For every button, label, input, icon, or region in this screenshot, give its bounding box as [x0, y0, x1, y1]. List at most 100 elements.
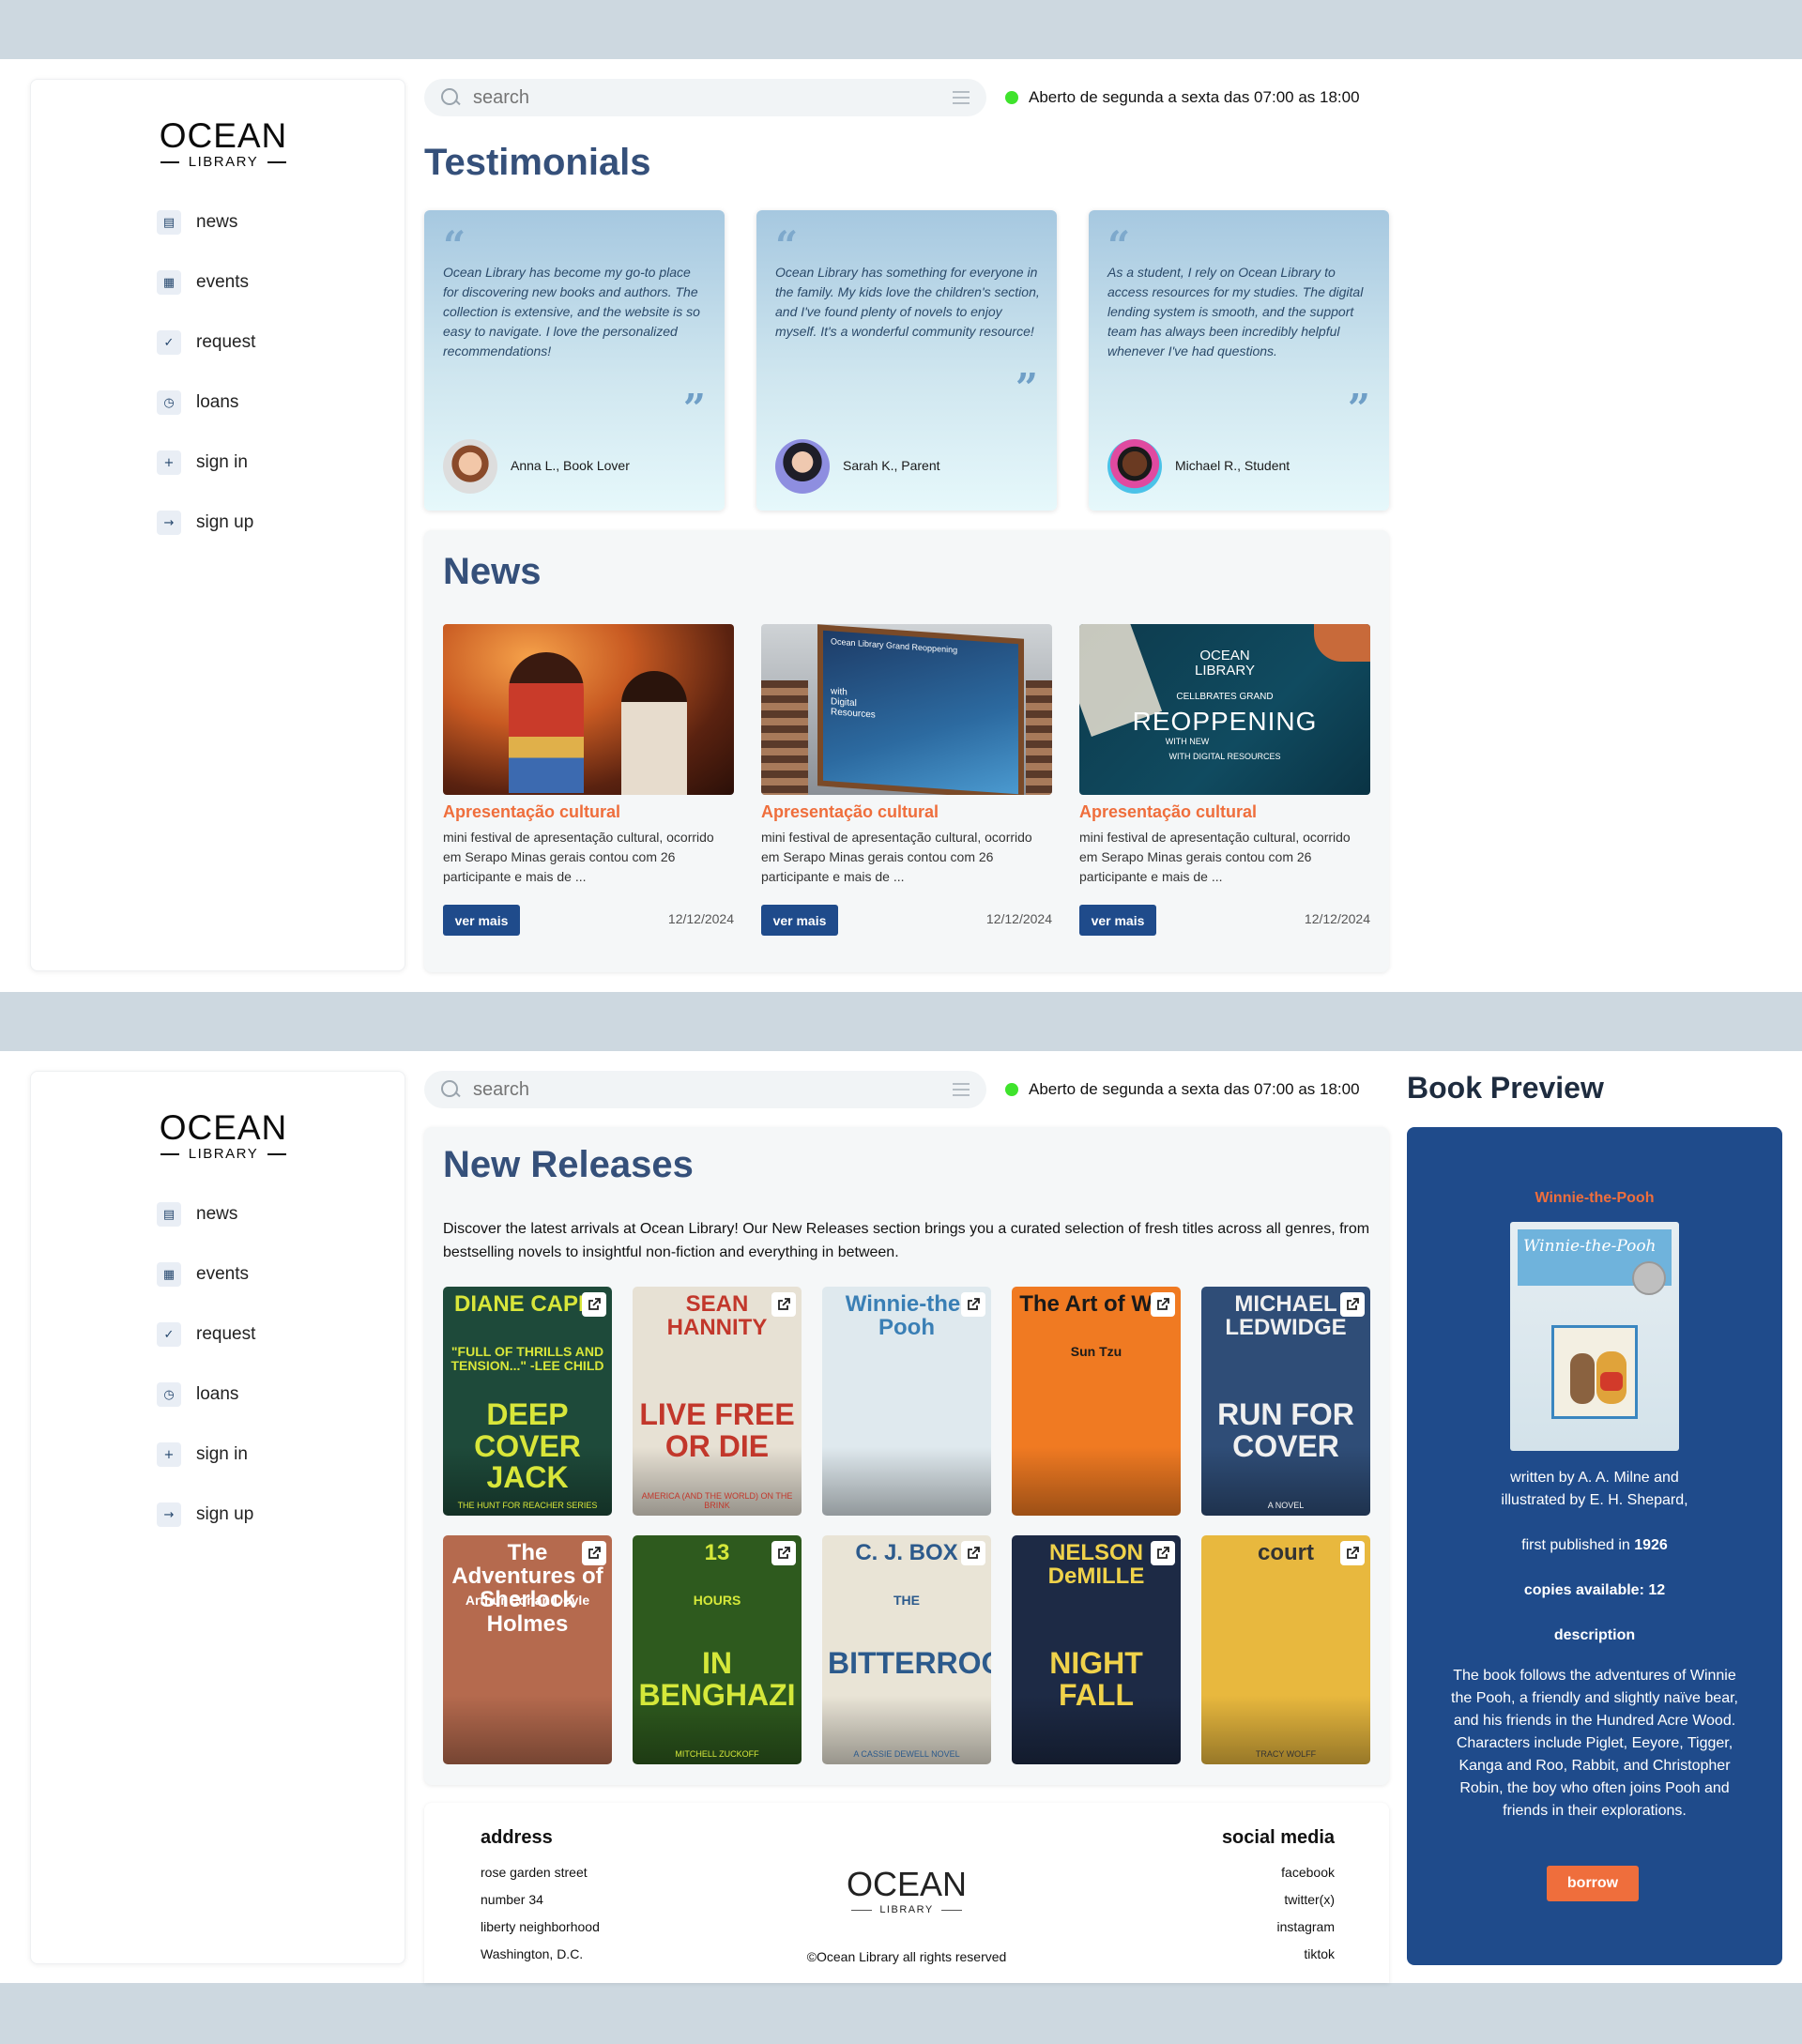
facebook-link[interactable]: facebook — [1281, 1865, 1335, 1880]
sidebar-item-sign-up[interactable]: → sign up — [157, 511, 255, 535]
sidebar: OCEAN LIBRARY ▤ news ▦ events ✓ request ◷ lo… — [30, 79, 405, 971]
book-cover-title: BITTERROOTS — [828, 1648, 991, 1680]
search-icon[interactable] — [439, 1078, 462, 1101]
news-card-title: Apresentação cultural — [761, 802, 939, 821]
search-input[interactable] — [473, 86, 924, 109]
search-bar[interactable] — [424, 79, 986, 116]
news-image[interactable]: Ocean Library Grand Reoppening with Digi… — [761, 624, 1052, 795]
ver-mais-button[interactable]: ver mais — [761, 905, 838, 936]
book-cover[interactable]: MICHAEL LEDWIDGE RUN FOR COVER A NOVEL — [1201, 1287, 1370, 1516]
calendar-icon: ▦ — [157, 270, 181, 295]
news-image-caption: LIBRARY — [1195, 663, 1255, 679]
sidebar-item-request[interactable]: ✓ request — [157, 330, 255, 355]
book-cover[interactable]: C. J. BOXTHEBITTERROOTSA CASSIE DEWELL N… — [822, 1535, 991, 1764]
sidebar-item-sign-in[interactable]: + sign in — [157, 1442, 255, 1467]
avatar — [1107, 439, 1162, 494]
book-cover[interactable]: DIANE CAPRI "FULL OF THRILLS AND TENSION.… — [443, 1287, 612, 1516]
external-link-icon[interactable] — [1340, 1292, 1365, 1317]
sidebar-item-sign-up[interactable]: → sign up — [157, 1502, 255, 1527]
news-title: News — [443, 551, 542, 592]
ver-mais-button[interactable]: ver mais — [443, 905, 520, 936]
search-input[interactable] — [473, 1078, 924, 1101]
search-icon[interactable] — [439, 86, 462, 109]
book-cover[interactable]: The Art of War Sun Tzu — [1012, 1287, 1181, 1516]
testimonial-card: “ Ocean Library has something for everyo… — [756, 210, 1057, 511]
status-dot — [1005, 1083, 1018, 1096]
status-text: Aberto de segunda a sexta das 07:00 as 1… — [1029, 88, 1360, 106]
sidebar-item-events[interactable]: ▦ events — [157, 270, 255, 295]
filter-list-icon[interactable] — [947, 1083, 970, 1096]
sidebar-item-news[interactable]: ▤ news — [157, 1202, 255, 1227]
book-cover[interactable]: The Adventures of Sherlock Holmes Arthur … — [443, 1535, 612, 1764]
opening-hours-status: Aberto de segunda a sexta das 07:00 as 1… — [1005, 79, 1360, 116]
book-cover[interactable]: court TRACY WOLFF — [1201, 1535, 1370, 1764]
external-link-icon[interactable] — [1151, 1541, 1175, 1565]
book-cover[interactable]: 13 HOURS IN BENGHAZI MITCHELL ZUCKOFF — [633, 1535, 802, 1764]
address-line: number 34 — [481, 1892, 543, 1907]
login-arrow-icon: → — [157, 1502, 181, 1527]
sidebar-nav: ▤ news ▦ events ✓ request ◷ loans + sign in →… — [157, 210, 255, 572]
news-date: 12/12/2024 — [1304, 911, 1370, 926]
preview-author: written by A. A. Milne and — [1510, 1470, 1679, 1486]
opening-hours-status: Aberto de segunda a sexta das 07:00 as 1… — [1005, 1071, 1360, 1108]
sidebar-item-events[interactable]: ▦ events — [157, 1262, 255, 1287]
news-image-caption: CELLBRATES GRAND — [1176, 692, 1274, 702]
news-card: Apresentação cultural mini festival de a… — [443, 624, 734, 936]
filter-list-icon[interactable] — [947, 91, 970, 104]
external-link-icon[interactable] — [961, 1292, 985, 1317]
tiktok-link[interactable]: tiktok — [1304, 1946, 1335, 1961]
document-clock-icon: ◷ — [157, 1382, 181, 1407]
book-cover[interactable]: Winnie-the-Pooh — [822, 1287, 991, 1516]
news-image[interactable]: OCEAN LIBRARY CELLBRATES GRAND REOPPENIN… — [1079, 624, 1370, 795]
search-bar[interactable] — [424, 1071, 986, 1108]
sidebar-nav: ▤ news ▦ events ✓ request ◷ loans + sign in →… — [157, 1202, 255, 1564]
book-cover-mid-text: "FULL OF THRILLS AND TENSION..." -LEE CH… — [450, 1345, 604, 1373]
quote-close-icon: ” — [1015, 365, 1038, 411]
footer-logo: OCEAN LIBRARY — [841, 1867, 972, 1917]
sidebar-item-loans[interactable]: ◷ loans — [157, 1382, 255, 1407]
news-date: 12/12/2024 — [985, 911, 1052, 926]
logo[interactable]: OCEAN LIBRARY — [158, 117, 289, 170]
book-cover-mid-text: Arthur Conan Doyle — [465, 1594, 590, 1608]
external-link-icon[interactable] — [961, 1541, 985, 1565]
newspaper-icon: ▤ — [157, 210, 181, 235]
testimonial-text: Ocean Library has something for everyone… — [775, 265, 1040, 339]
testimonial-card: “ Ocean Library has become my go-to plac… — [424, 210, 725, 511]
sidebar-item-label: loans — [196, 392, 239, 412]
borrow-button[interactable]: borrow — [1547, 1866, 1639, 1901]
sidebar-item-label: news — [196, 212, 238, 232]
external-link-icon[interactable] — [1340, 1541, 1365, 1565]
external-link-icon[interactable] — [771, 1292, 796, 1317]
screen-top: OCEAN LIBRARY ▤ news ▦ events ✓ request ◷ lo… — [0, 59, 1802, 992]
avatar — [775, 439, 830, 494]
logo-subtitle: LIBRARY — [158, 1147, 289, 1162]
document-clock-icon: ◷ — [157, 390, 181, 415]
news-image[interactable] — [443, 624, 734, 795]
sidebar-item-request[interactable]: ✓ request — [157, 1322, 255, 1347]
news-image-caption: WITH NEW — [1165, 737, 1210, 746]
footer-logo-subtitle: LIBRARY — [841, 1902, 972, 1917]
sidebar-item-sign-in[interactable]: + sign in — [157, 450, 255, 475]
ver-mais-button[interactable]: ver mais — [1079, 905, 1156, 936]
book-preview-title: Book Preview — [1407, 1071, 1604, 1105]
user-plus-icon: + — [157, 450, 181, 475]
quote-open-icon: “ — [443, 222, 466, 268]
preview-illustrator: illustrated by E. H. Shepard, — [1501, 1492, 1688, 1508]
sidebar-item-news[interactable]: ▤ news — [157, 210, 255, 235]
book-cover-title: NIGHT FALL — [1049, 1648, 1143, 1712]
external-link-icon[interactable] — [582, 1292, 606, 1317]
copyright-text: ©Ocean Library all rights reserved — [806, 1949, 1007, 1964]
book-cover[interactable]: SEAN HANNITY LIVE FREE OR DIE AMERICA (AND… — [633, 1287, 802, 1516]
preview-cover-title: Winnie-the-Pooh — [1523, 1237, 1657, 1256]
news-image-caption: REOPPENING — [1132, 707, 1318, 736]
instagram-link[interactable]: instagram — [1277, 1919, 1335, 1934]
newspaper-icon: ▤ — [157, 1202, 181, 1227]
testimonial-author: Michael R., Student — [1175, 458, 1290, 473]
external-link-icon[interactable] — [1151, 1292, 1175, 1317]
twitter-link[interactable]: twitter(x) — [1284, 1892, 1335, 1907]
external-link-icon[interactable] — [582, 1541, 606, 1565]
book-cover[interactable]: NELSON DeMILLE NIGHT FALL — [1012, 1535, 1181, 1764]
external-link-icon[interactable] — [771, 1541, 796, 1565]
sidebar-item-loans[interactable]: ◷ loans — [157, 390, 255, 415]
logo[interactable]: OCEAN LIBRARY — [158, 1109, 289, 1162]
